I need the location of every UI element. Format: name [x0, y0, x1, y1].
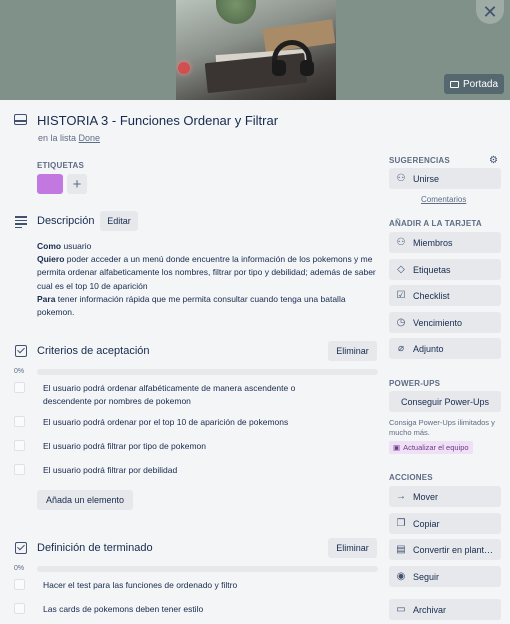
add-to-card-heading: AÑADIR A LA TARJETA: [389, 219, 482, 228]
checklist-item-checkbox[interactable]: [14, 603, 25, 614]
delete-checklist-button[interactable]: Eliminar: [328, 341, 377, 361]
upgrade-team-label: Actualizar el equipo: [403, 443, 469, 452]
powerups-note: Consiga Power-Ups ilimitados y mucho más…: [389, 418, 495, 437]
label-purple[interactable]: [37, 174, 63, 194]
make-template-label: Convertir en plant…: [413, 544, 494, 555]
template-icon: ▤: [396, 544, 406, 555]
description-icon: [15, 216, 27, 230]
eye-icon: ◉: [396, 571, 406, 582]
watch-button[interactable]: ◉ Seguir: [389, 566, 501, 587]
checkbox-icon: ☑: [396, 290, 406, 301]
tag-icon: ◇: [397, 264, 405, 275]
cover-icon: [449, 80, 459, 88]
como-text: usuario: [61, 241, 92, 251]
quiero-label: Quiero: [37, 254, 65, 265]
attachment-label: Adjunto: [413, 343, 444, 354]
actions-heading: ACCIONES: [389, 473, 433, 482]
checklist-title[interactable]: Definición de terminado: [37, 542, 153, 554]
para-text: tener información rápida que me permita …: [37, 293, 346, 318]
copy-button[interactable]: ❐ Copiar: [389, 513, 501, 534]
in-list-prefix: en la lista: [38, 133, 77, 143]
copy-icon: ❐: [396, 518, 406, 529]
checklist-progress-percent: 0%: [14, 565, 25, 572]
arrow-right-icon: →: [396, 491, 406, 502]
archive-label: Archivar: [413, 604, 447, 615]
checklist-item[interactable]: El usuario podrá ordenar por el top 10 d…: [43, 416, 288, 429]
checklist-progress-percent: 0%: [14, 368, 25, 375]
checklist-item[interactable]: Hacer el test para las funciones de orde…: [43, 579, 237, 592]
members-label: Miembros: [413, 237, 453, 248]
checklist-item-checkbox[interactable]: [14, 464, 25, 475]
move-button[interactable]: → Mover: [389, 486, 501, 507]
description-text[interactable]: Como usuario Quiero poder acceder a un m…: [37, 240, 382, 319]
archive-icon: ▭: [396, 604, 406, 615]
card-title[interactable]: HISTORIA 3 - Funciones Ordenar y Filtrar: [37, 113, 278, 128]
paperclip-icon: ⌀: [397, 343, 405, 354]
archive-button[interactable]: ▭ Archivar: [389, 599, 501, 620]
upgrade-team-badge[interactable]: ▣ Actualizar el equipo: [389, 441, 473, 454]
para-label: Para: [37, 293, 56, 304]
checklist-item-checkbox[interactable]: [14, 382, 25, 393]
get-powerups-button[interactable]: Conseguir Power-Ups: [389, 391, 501, 412]
cover-button[interactable]: Portada: [444, 74, 504, 94]
move-label: Mover: [413, 491, 439, 502]
briefcase-icon: ▣: [393, 443, 401, 452]
checklist-item-checkbox[interactable]: [14, 440, 25, 451]
due-date-button[interactable]: ◷ Vencimiento: [389, 312, 501, 333]
labels-label: Etiquetas: [413, 264, 451, 275]
checklist-label: Checklist: [413, 290, 450, 301]
join-button-label: Unirse: [413, 173, 440, 184]
watch-label: Seguir: [413, 571, 440, 582]
make-template-button[interactable]: ▤ Convertir en plant…: [389, 539, 501, 560]
powerups-heading: POWER-UPS: [389, 379, 441, 388]
members-button[interactable]: ⚇ Miembros: [389, 232, 501, 253]
card-cover: ✕ Portada: [0, 0, 510, 100]
suggestions-heading: SUGERENCIAS: [389, 156, 450, 165]
checklist-icon: [15, 542, 27, 554]
checklist-item[interactable]: El usuario podrá filtrar por debilidad: [43, 464, 177, 477]
clock-icon: ◷: [396, 317, 406, 328]
labels-heading: ETIQUETAS: [37, 161, 84, 170]
comments-link[interactable]: Comentarios: [421, 195, 466, 204]
delete-checklist-button[interactable]: Eliminar: [328, 538, 377, 558]
checklist-progress-bar: [37, 566, 378, 572]
close-icon: ✕: [482, 1, 498, 22]
labels-button[interactable]: ◇ Etiquetas: [389, 259, 501, 280]
checklist-icon: [15, 345, 27, 357]
due-date-label: Vencimiento: [413, 317, 463, 328]
checklist-button[interactable]: ☑ Checklist: [389, 285, 501, 306]
list-info: en la lista Done: [38, 133, 100, 143]
checklist-progress-bar: [37, 369, 378, 375]
checklist-item[interactable]: Las cards de pokemons deben tener estilo: [43, 603, 203, 616]
add-item-button[interactable]: Añada un elemento: [37, 490, 133, 510]
checklist-item-checkbox[interactable]: [14, 579, 25, 590]
close-button[interactable]: ✕: [476, 0, 504, 24]
gear-icon[interactable]: ⚙: [489, 155, 498, 166]
checklist-item[interactable]: El usuario podrá ordenar alfabéticamente…: [43, 382, 343, 408]
person-icon: ⚇: [396, 173, 406, 184]
list-link[interactable]: Done: [79, 133, 101, 143]
edit-description-button[interactable]: Editar: [100, 211, 138, 231]
quiero-text: poder acceder a un menú donde encuentre …: [37, 254, 376, 291]
description-title: Descripción: [37, 215, 95, 227]
person-icon: ⚇: [396, 237, 406, 248]
add-label-button[interactable]: +: [67, 174, 87, 194]
como-label: Como: [37, 241, 62, 251]
cover-image: [176, 0, 336, 100]
cover-button-label: Portada: [462, 78, 499, 90]
join-button[interactable]: ⚇ Unirse: [389, 168, 501, 189]
copy-label: Copiar: [413, 518, 440, 529]
attachment-button[interactable]: ⌀ Adjunto: [389, 338, 501, 359]
checklist-title[interactable]: Criterios de aceptación: [37, 345, 150, 357]
card-icon: [14, 114, 27, 125]
checklist-item[interactable]: El usuario podrá filtrar por tipo de pok…: [43, 440, 206, 453]
checklist-item-checkbox[interactable]: [14, 416, 25, 427]
